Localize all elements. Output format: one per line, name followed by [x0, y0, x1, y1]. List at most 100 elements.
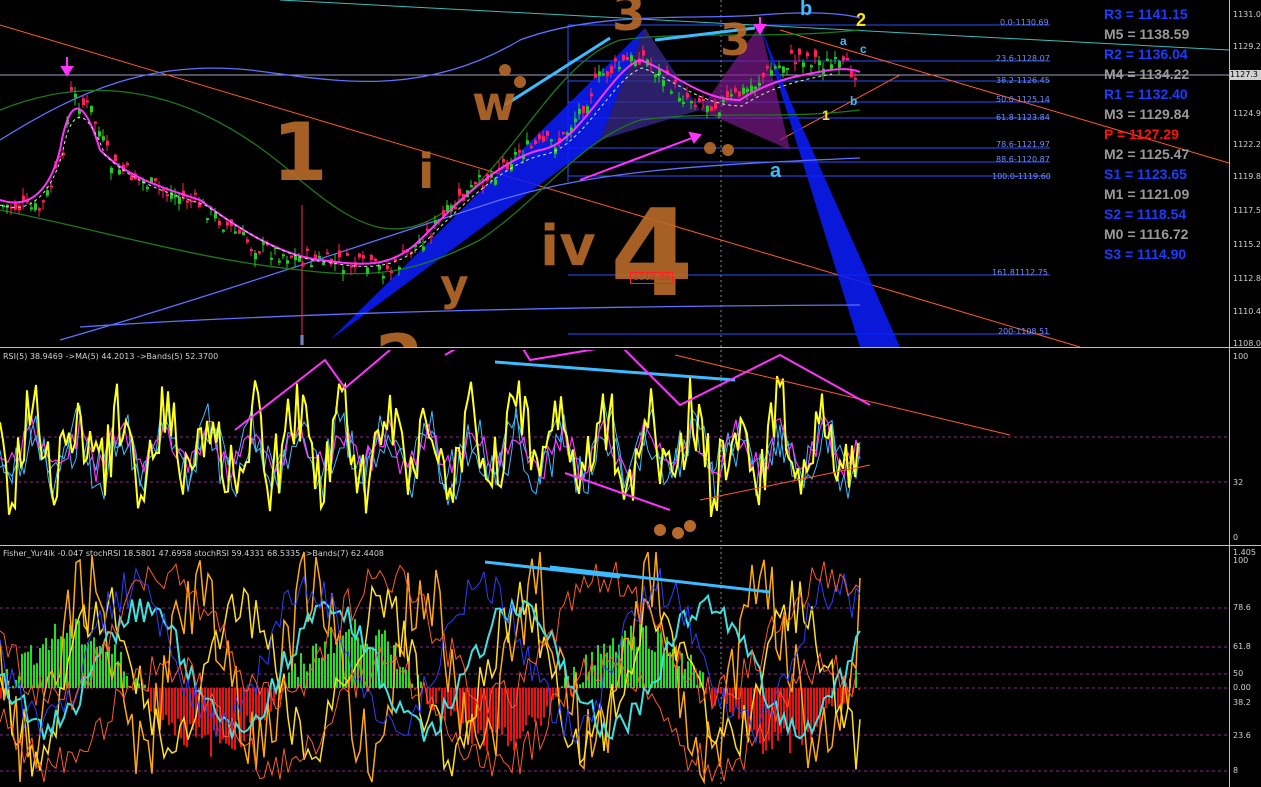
candle-body [30, 207, 33, 210]
fib-label: 23.6-1128.07 [996, 54, 1050, 63]
fisher-bar [687, 661, 689, 688]
fisher-bar [561, 686, 563, 688]
candle-body [722, 100, 725, 103]
candle-body [842, 56, 845, 61]
fisher-bar [765, 688, 767, 751]
fisher-bar [504, 688, 506, 728]
candle-body [110, 167, 113, 174]
candle-body [130, 175, 133, 181]
axis-label: 1131.0 [1233, 10, 1261, 19]
fisher-bar [291, 668, 293, 688]
candle-body [218, 220, 221, 226]
candle-body [98, 131, 101, 137]
candle-body [758, 82, 761, 86]
fisher-bar [420, 681, 422, 688]
fisher-bar [579, 684, 581, 688]
pivot-level: M2 = 1125.47 [1104, 146, 1190, 162]
candle-body [186, 200, 189, 203]
fisher-bar [309, 663, 311, 688]
fisher-bar [684, 669, 686, 688]
rsi-pane[interactable] [0, 350, 1229, 543]
fisher-bar [321, 657, 323, 688]
axis-label: 1112.8 [1233, 274, 1261, 283]
fisher-bar [783, 688, 785, 729]
fib-label: 0.0-1130.69 [1000, 18, 1049, 27]
candle-body [690, 101, 693, 104]
candle-body [538, 134, 541, 140]
fisher-bar [234, 688, 236, 751]
fisher-bar [612, 638, 614, 688]
svg-text:iv: iv [540, 214, 596, 279]
fisher-bar [837, 688, 839, 708]
svg-text:2: 2 [375, 320, 424, 347]
wave-label-a-small: a [840, 34, 847, 48]
candle-body [798, 48, 801, 55]
candle-body [542, 136, 545, 142]
candle-body [838, 61, 841, 68]
wave-label-b-small: b [850, 94, 858, 108]
candle-body [258, 251, 261, 254]
candle-body [706, 105, 709, 112]
candle-body [102, 136, 105, 141]
candle-body [582, 105, 585, 113]
candle-body [18, 205, 21, 211]
candle-body [282, 254, 285, 257]
candle-body [854, 77, 857, 80]
candle-body [290, 255, 293, 258]
candle-body [394, 258, 397, 261]
pivot-level: M3 = 1129.84 [1104, 106, 1190, 122]
fisher-bar [288, 672, 290, 688]
candle-body [494, 179, 497, 185]
fib-label: 161.81112.75 [992, 268, 1048, 277]
svg-text:i: i [418, 144, 434, 200]
fisher-stochrsi-pane[interactable] [0, 547, 1229, 787]
candle-body [390, 271, 393, 274]
candle-body [518, 149, 521, 153]
fisher-bar [669, 652, 671, 688]
candle-body [738, 91, 741, 97]
fisher-bar [501, 688, 503, 735]
fisher-bar [729, 688, 731, 713]
fisher-axis-label: 8 [1233, 766, 1239, 775]
candle-body [386, 265, 389, 269]
fisher-bar [546, 688, 548, 707]
candle-body [762, 72, 765, 77]
fisher-axis-label: 38.2 [1233, 698, 1251, 707]
candle-body [778, 65, 781, 68]
candle-body [34, 203, 37, 211]
candle-body [14, 203, 17, 210]
fisher-bar [411, 683, 413, 688]
fisher-bar [51, 638, 53, 688]
fisher-bar [414, 688, 416, 691]
candle-body [850, 70, 853, 77]
candle-body [594, 73, 597, 78]
fisher-bar [351, 636, 353, 688]
wave-label-b: b [800, 0, 813, 20]
fisher-bar [246, 688, 248, 716]
fisher-bar [543, 688, 545, 718]
candle-body [630, 55, 633, 62]
fisher-bar [144, 684, 146, 688]
pivot-level: S3 = 1114.90 [1104, 246, 1187, 262]
fisher-bar [174, 688, 176, 736]
axis-label: 1129.2 [1233, 42, 1261, 51]
candle-body [794, 62, 797, 65]
candle-body [166, 194, 169, 197]
fisher-bar [105, 651, 107, 688]
candle-body [254, 253, 257, 260]
fisher-bar [249, 688, 251, 723]
fisher-bar [390, 654, 392, 688]
fisher-bar [315, 643, 317, 688]
fib-label: 61.8-1123.84 [996, 113, 1050, 122]
candle-body [734, 88, 737, 92]
fisher-bar [18, 675, 20, 688]
candle-body [310, 265, 313, 268]
rsi-annotation-dots [654, 520, 696, 539]
rsi-series [0, 375, 861, 517]
fisher-bar [0, 688, 2, 699]
fisher-bar [177, 688, 179, 719]
fisher-bar [138, 683, 140, 688]
candle-body [674, 79, 677, 83]
fisher-bar [438, 688, 440, 691]
fisher-bar [405, 669, 407, 688]
